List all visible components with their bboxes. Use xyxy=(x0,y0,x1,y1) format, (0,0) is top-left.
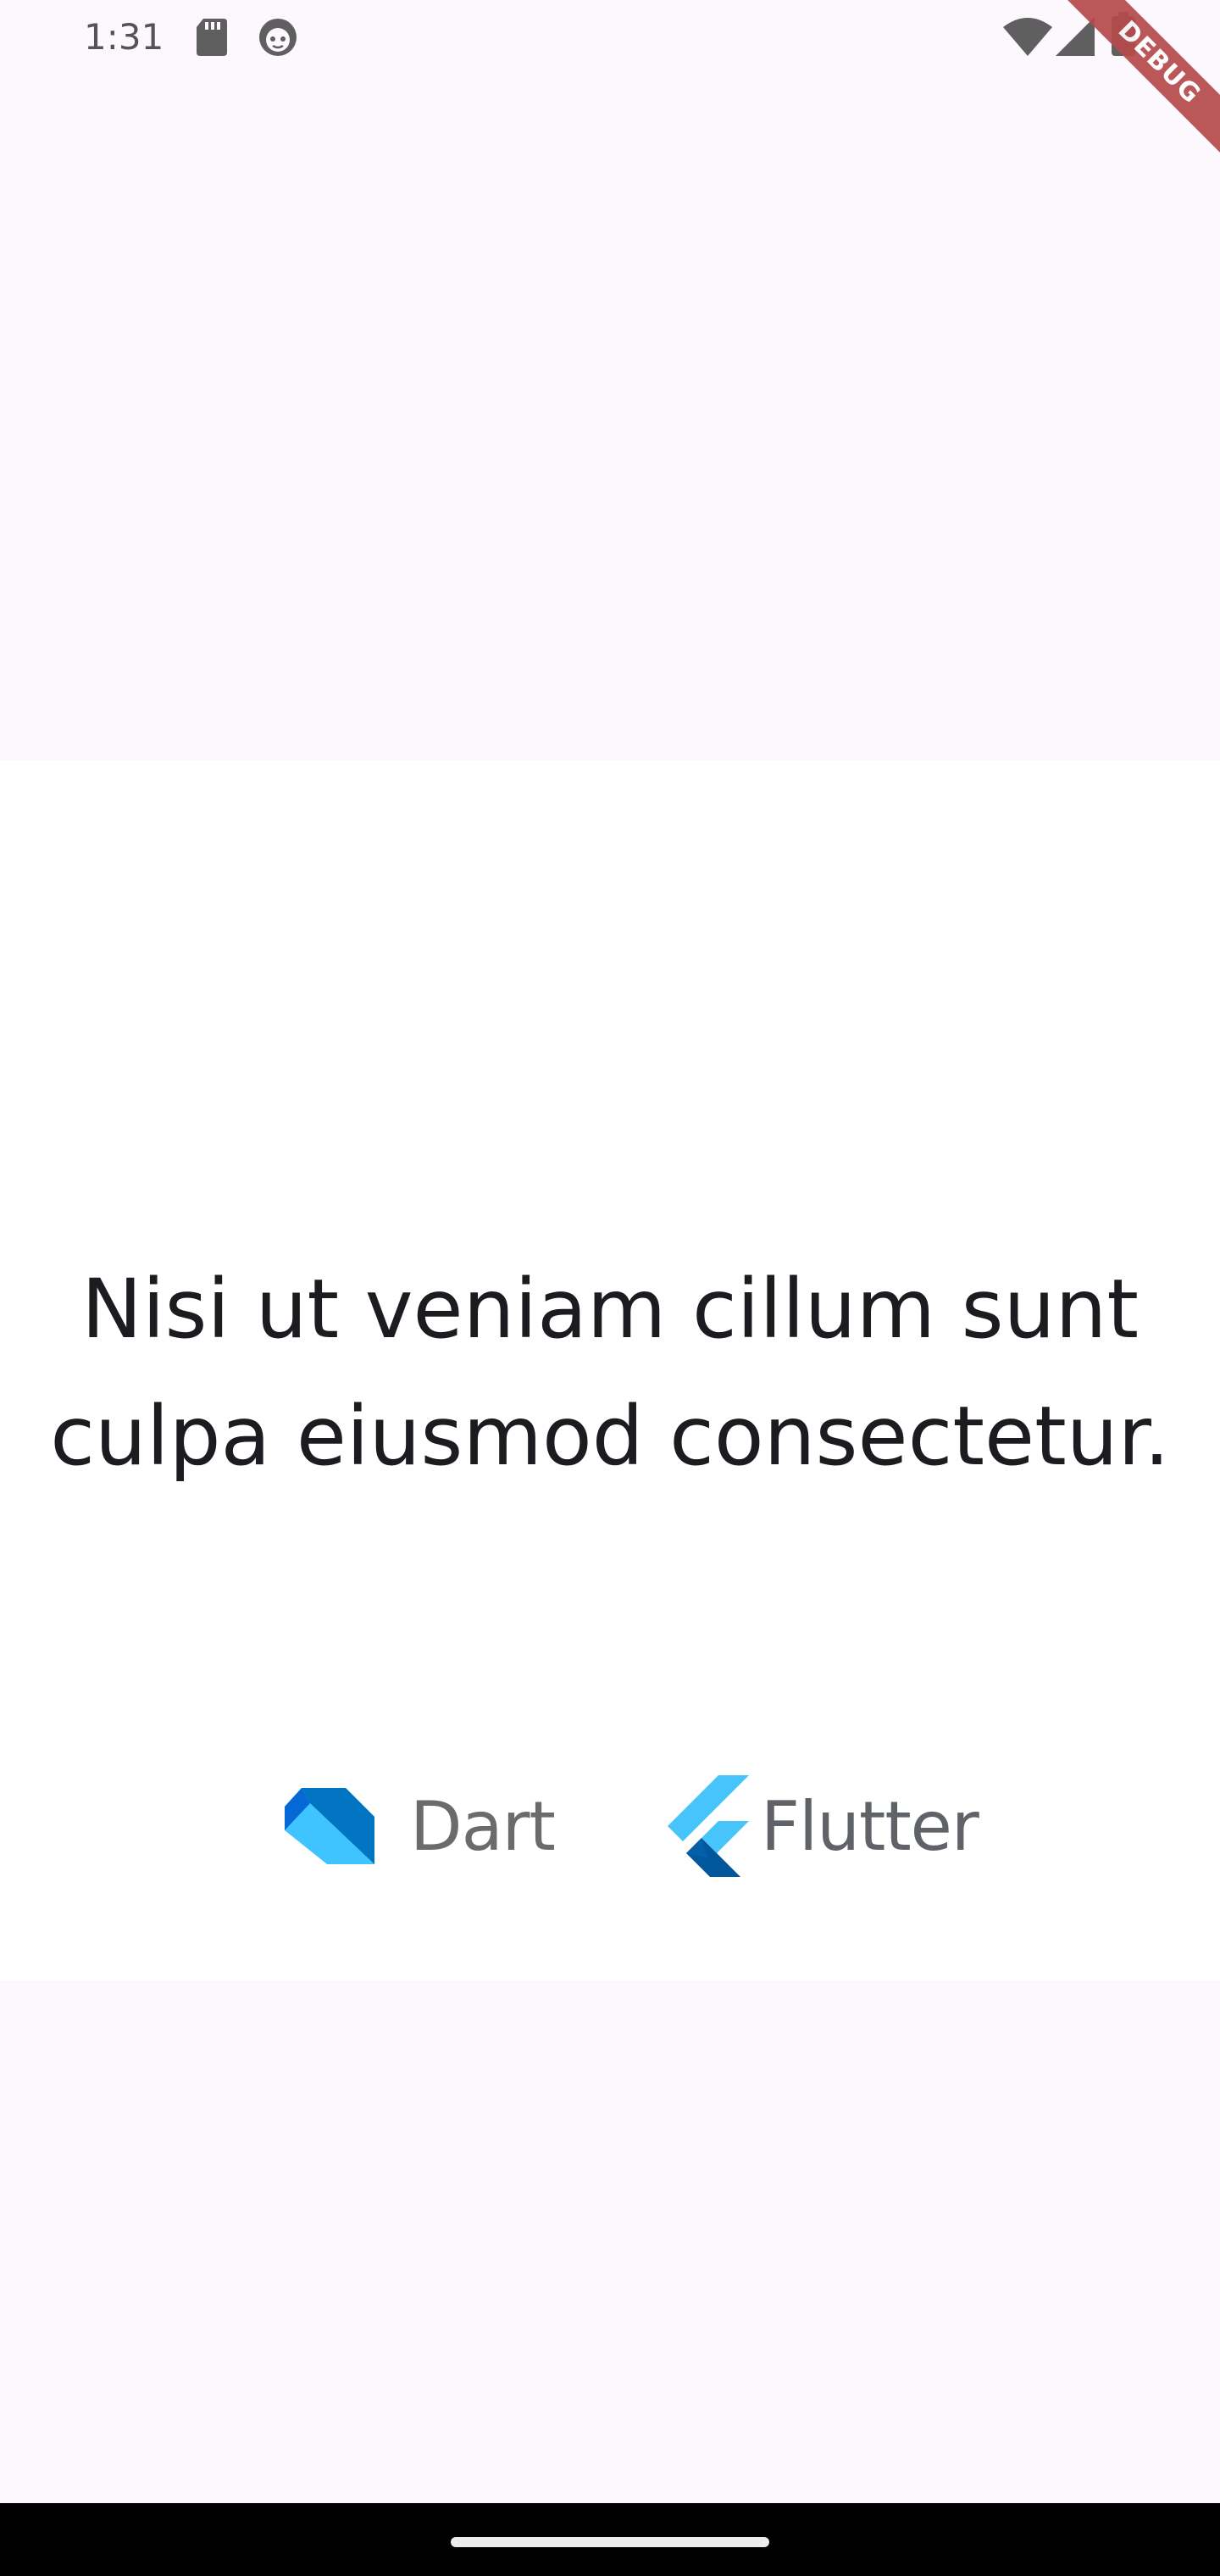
debug-banner: DEBUG xyxy=(1051,0,1220,169)
headline-text: Nisi ut veniam cillum sunt culpa eiusmod… xyxy=(50,1262,1170,1484)
status-bar: 1:31 xyxy=(0,0,1220,76)
system-nav-bar xyxy=(0,2503,1220,2576)
content-card: Nisi ut veniam cillum sunt culpa eiusmod… xyxy=(0,760,1220,1980)
dart-logo: Dart xyxy=(285,1774,556,1879)
flutter-logo-icon xyxy=(668,1775,749,1877)
logo-row: Dart Flutter xyxy=(0,1774,1220,1884)
dart-logo-icon xyxy=(285,1788,374,1864)
status-time: 1:31 xyxy=(84,16,164,58)
flutter-logo: Flutter xyxy=(668,1774,979,1879)
wifi-icon xyxy=(1003,18,1052,56)
sd-card-icon xyxy=(197,19,227,56)
home-gesture-handle[interactable] xyxy=(451,2537,769,2547)
dart-logo-label: Dart xyxy=(410,1786,556,1866)
face-icon xyxy=(259,19,297,56)
debug-banner-label: DEBUG xyxy=(1051,0,1220,169)
flutter-logo-label: Flutter xyxy=(761,1786,979,1866)
